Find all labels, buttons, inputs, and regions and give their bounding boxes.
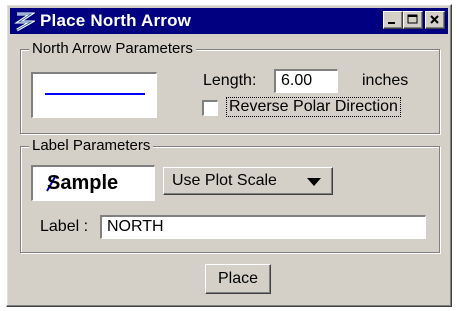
label-legend: Label Parameters xyxy=(29,137,154,154)
close-icon xyxy=(430,15,439,24)
label-input[interactable]: NORTH xyxy=(100,215,426,239)
app-icon xyxy=(14,12,35,32)
dropdown-arrow-icon xyxy=(307,178,321,186)
length-input[interactable]: 6.00 xyxy=(274,69,338,93)
close-button[interactable] xyxy=(425,11,445,29)
maximize-icon xyxy=(407,14,418,24)
label-group: Label Parameters Sample Use Plot Scale L… xyxy=(20,137,440,253)
arrow-line-icon xyxy=(45,93,145,95)
window-title: Place North Arrow xyxy=(40,11,192,30)
length-label: Length: xyxy=(203,72,257,89)
sample-text: Sample xyxy=(47,172,119,194)
title-bar[interactable]: Place North Arrow xyxy=(10,8,448,34)
place-button[interactable]: Place xyxy=(205,264,271,294)
dialog-window: Place North Arrow North Arrow Parameters… xyxy=(6,4,452,307)
place-button-label: Place xyxy=(217,270,259,287)
north-arrow-group: North Arrow Parameters Length: 6.00 inch… xyxy=(20,40,440,134)
arrow-preview xyxy=(31,72,157,118)
label-field-label: Label : xyxy=(40,218,89,235)
reverse-label[interactable]: Reverse Polar Direction xyxy=(226,97,401,117)
north-arrow-legend: North Arrow Parameters xyxy=(29,40,196,57)
length-units: inches xyxy=(362,72,409,89)
maximize-button[interactable] xyxy=(403,11,423,29)
minimize-icon xyxy=(388,22,395,24)
scale-dropdown-value: Use Plot Scale xyxy=(172,172,277,189)
scale-dropdown[interactable]: Use Plot Scale xyxy=(163,167,333,195)
minimize-button[interactable] xyxy=(383,11,403,29)
sample-preview: Sample xyxy=(31,165,155,201)
reverse-checkbox[interactable] xyxy=(202,100,218,116)
